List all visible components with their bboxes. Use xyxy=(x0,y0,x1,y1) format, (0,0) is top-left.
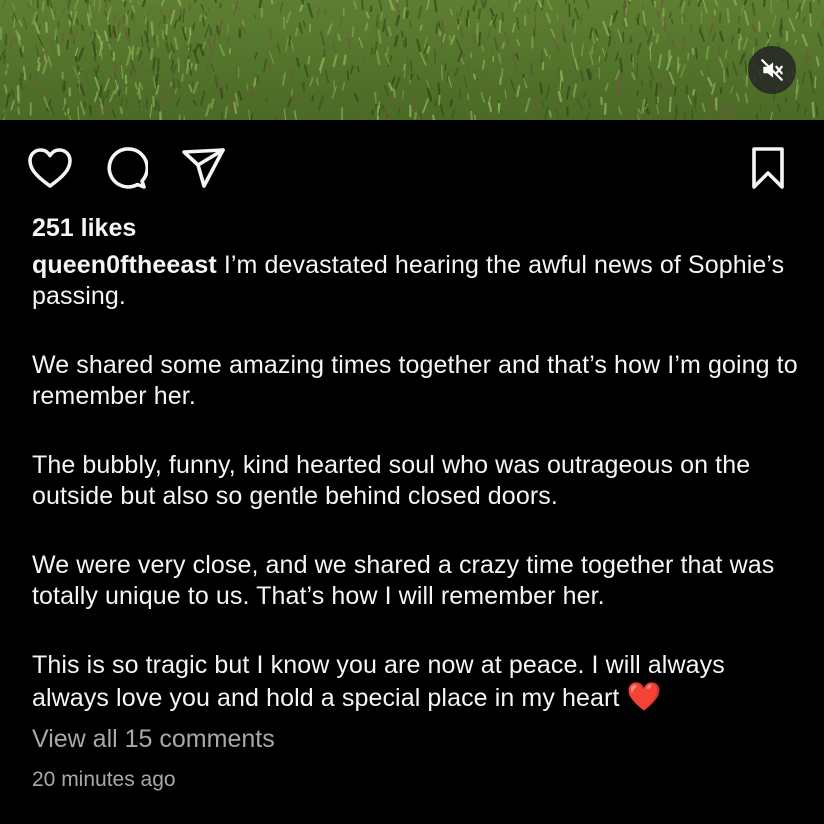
share-button[interactable] xyxy=(180,144,228,192)
comment-button[interactable] xyxy=(102,144,150,192)
view-all-comments-link[interactable]: View all 15 comments xyxy=(32,723,275,755)
caption-paragraph: We shared some amazing times together an… xyxy=(32,351,798,410)
paper-plane-icon xyxy=(182,148,225,188)
caption-paragraph: This is so tragic but I know you are now… xyxy=(32,650,802,714)
post-action-bar xyxy=(0,120,824,212)
heart-outline-icon xyxy=(28,148,72,188)
caption-text: This is so tragic but I know you are now… xyxy=(32,651,725,712)
caption-username[interactable]: queen0ftheeast xyxy=(32,251,217,279)
comment-bubble-icon xyxy=(107,147,148,189)
post-media-video[interactable] xyxy=(0,0,824,120)
post-caption: queen0ftheeast I’m devastated hearing th… xyxy=(32,250,802,714)
grass-video-frame xyxy=(0,0,824,120)
like-count[interactable]: 251 likes xyxy=(32,212,136,244)
post-timestamp: 20 minutes ago xyxy=(32,768,176,791)
mute-toggle-button[interactable] xyxy=(748,46,796,94)
red-heart-emoji-icon: ❤️ xyxy=(626,681,662,712)
bookmark-icon xyxy=(752,147,784,189)
caption-paragraph: We were very close, and we shared a craz… xyxy=(32,551,775,610)
like-button[interactable] xyxy=(26,144,74,192)
caption-paragraph: queen0ftheeast I’m devastated hearing th… xyxy=(32,250,802,312)
muted-speaker-icon xyxy=(761,59,783,81)
save-button[interactable] xyxy=(744,144,792,192)
caption-paragraph: The bubbly, funny, kind hearted soul who… xyxy=(32,451,751,510)
